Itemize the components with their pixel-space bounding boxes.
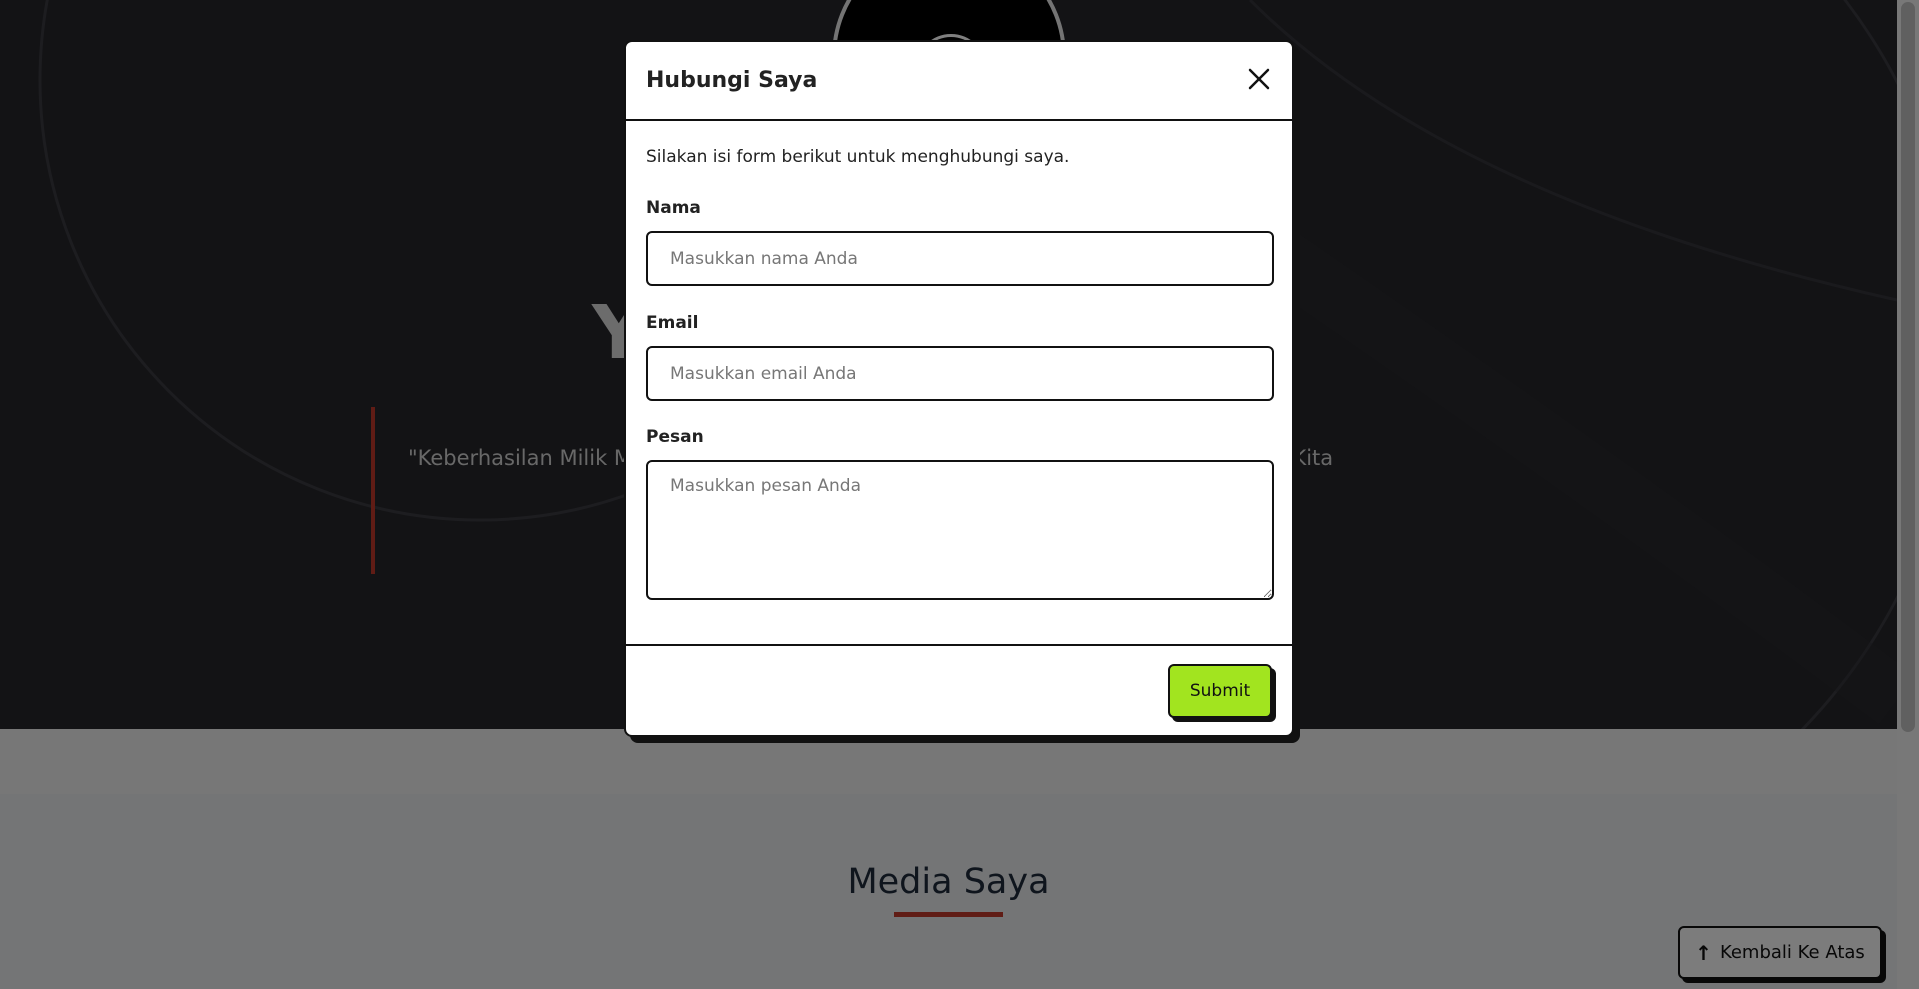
- back-to-top-label: Kembali Ke Atas: [1719, 942, 1865, 963]
- modal-body: Silakan isi form berikut untuk menghubun…: [626, 121, 1292, 646]
- message-textarea[interactable]: [646, 460, 1274, 600]
- modal-title: Hubungi Saya: [646, 68, 818, 93]
- arrow-up-icon: ↑: [1695, 940, 1712, 965]
- email-label: Email: [646, 313, 699, 333]
- modal-intro-text: Silakan isi form berikut untuk menghubun…: [646, 147, 1070, 167]
- name-label: Nama: [646, 198, 701, 218]
- back-to-top-button[interactable]: ↑ Kembali Ke Atas: [1678, 926, 1882, 979]
- close-icon[interactable]: [1242, 62, 1276, 96]
- modal-header: Hubungi Saya: [626, 42, 1292, 121]
- message-label: Pesan: [646, 427, 704, 447]
- submit-button[interactable]: Submit: [1168, 664, 1272, 718]
- email-input[interactable]: [646, 346, 1274, 401]
- contact-modal: Hubungi Saya Silakan isi form berikut un…: [624, 40, 1294, 737]
- name-input[interactable]: [646, 231, 1274, 286]
